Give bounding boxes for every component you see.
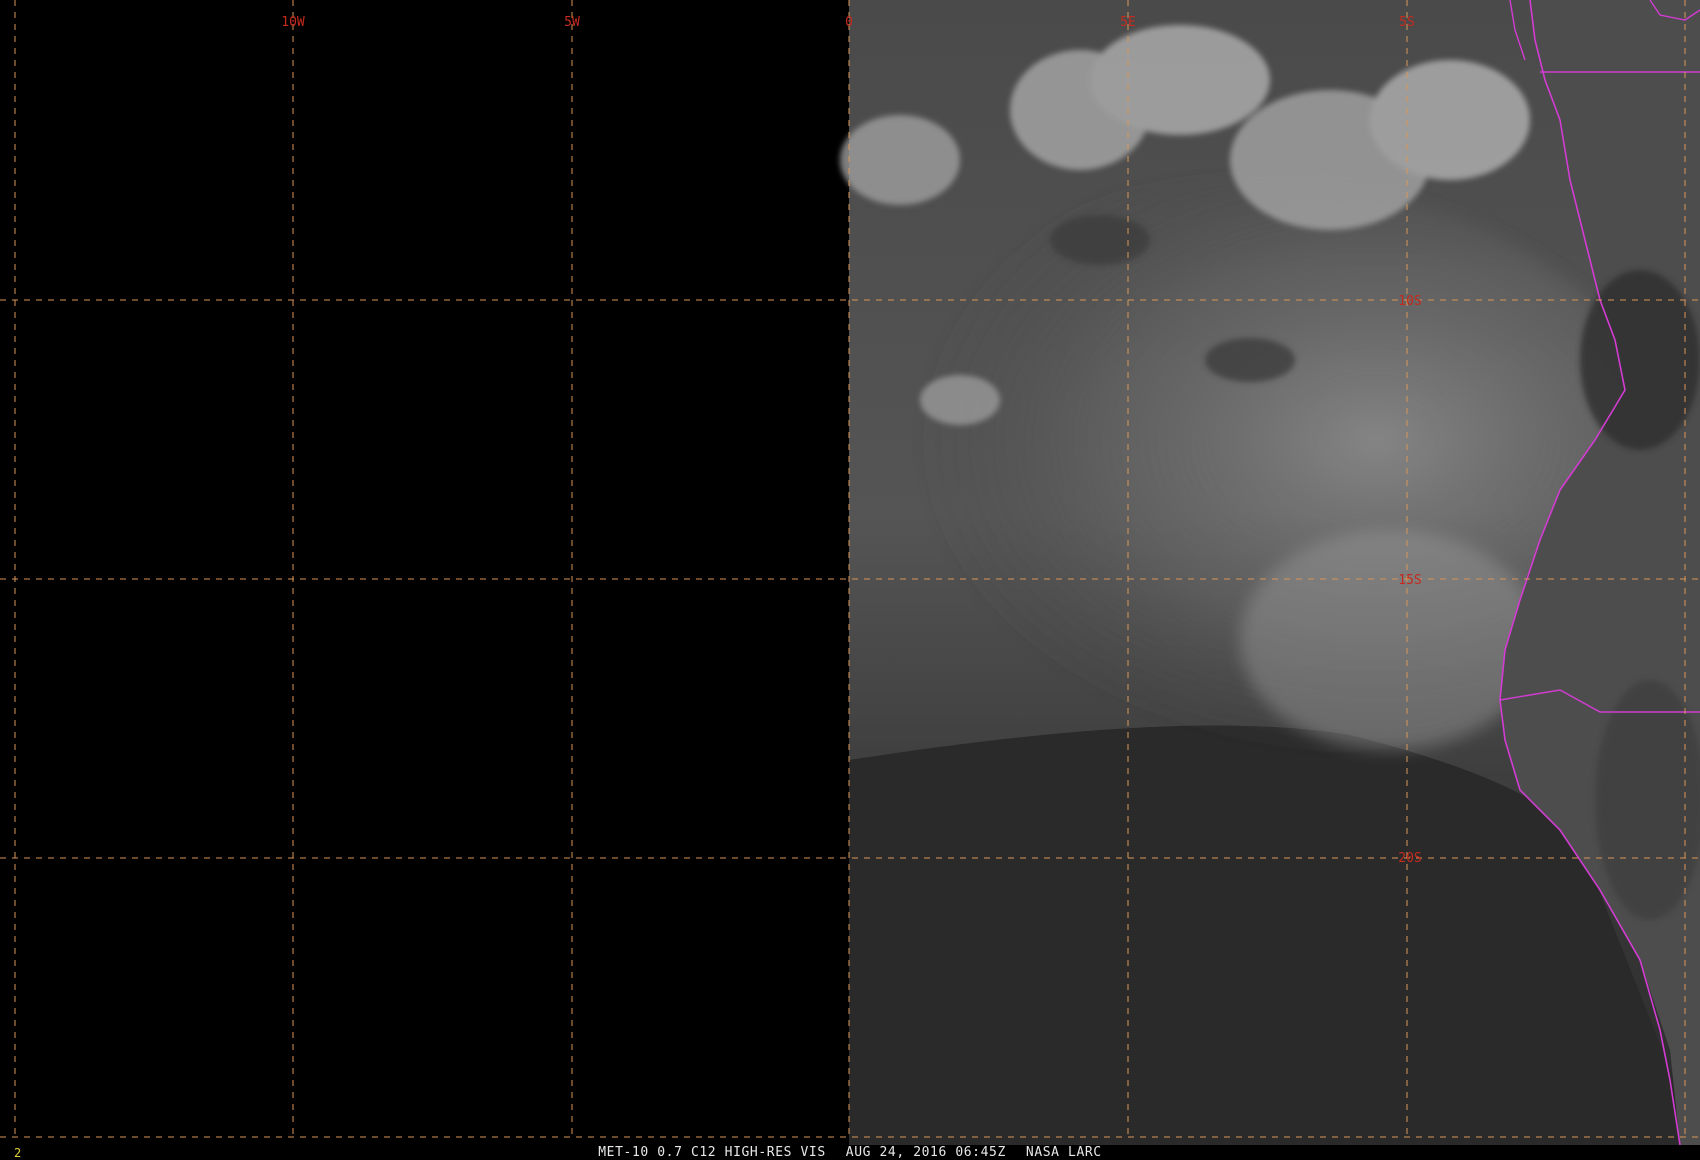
longitude-label: 5S: [1399, 15, 1415, 30]
longitude-label: 5E: [1120, 15, 1136, 30]
satellite-map: 10W 5W 0 5E 5S 10S 15S 20S: [0, 0, 1700, 1146]
image-caption: MET-10 0.7 C12 HIGH-RES VIS AUG 24, 2016 …: [0, 1145, 1700, 1160]
latitude-label: 10S: [1398, 294, 1421, 309]
satellite-product-label: MET-10 0.7 C12 HIGH-RES VIS: [598, 1145, 826, 1160]
satellite-image-viewer: 10W 5W 0 5E 5S 10S 15S 20S 2 MET-10 0.7 C12 HIG…: [0, 0, 1700, 1160]
longitude-label: 5W: [564, 15, 580, 30]
latitude-label: 20S: [1398, 851, 1421, 866]
satellite-imagery: [830, 0, 1700, 1145]
longitude-label: 0: [845, 15, 853, 30]
source-label: NASA LARC: [1025, 1145, 1102, 1160]
datetime-label: AUG 24, 2016 06:45Z: [845, 1145, 1006, 1160]
latitude-label: 15S: [1398, 573, 1421, 588]
longitude-label: 10W: [281, 15, 305, 30]
